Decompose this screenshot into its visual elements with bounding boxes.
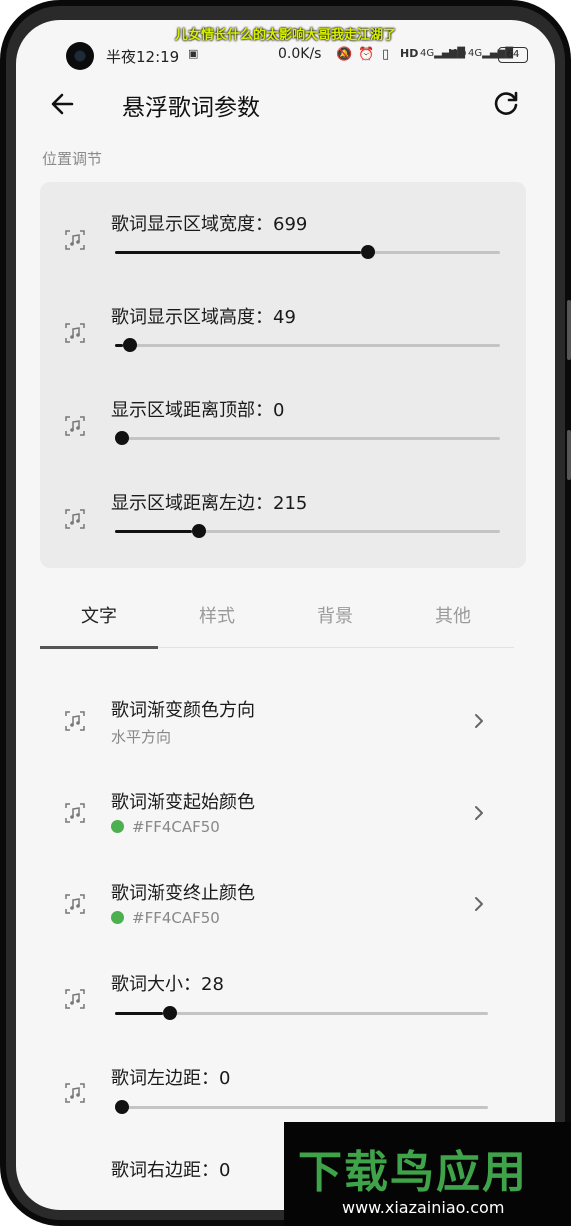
slider-label: 歌词右边距：0 bbox=[111, 1160, 231, 1181]
slider-fill bbox=[115, 251, 362, 254]
status-time: 半夜12:19 bbox=[106, 48, 180, 66]
section-label-position: 位置调节 bbox=[42, 150, 103, 168]
lyric-size-slider[interactable] bbox=[115, 1006, 488, 1020]
vibrate-icon: ▯ bbox=[382, 47, 390, 62]
refresh-icon[interactable] bbox=[490, 88, 522, 120]
status-bar: 半夜12:19 ▣ 0.0K/s 🔕 ⏰ ▯ HD 4G▂▄▆█ HD 4G▂▄… bbox=[16, 42, 555, 72]
slider-thumb[interactable] bbox=[115, 431, 129, 445]
lyric-icon bbox=[65, 230, 85, 250]
lyric-icon bbox=[65, 989, 85, 1009]
slider-fill bbox=[115, 1012, 164, 1015]
slider-label: 歌词显示区域高度：49 bbox=[111, 307, 296, 328]
setting-label: 歌词渐变起始颜色 bbox=[111, 792, 255, 813]
watermark: 下载鸟应用 www.xiazainiao.com bbox=[284, 1122, 571, 1226]
lyric-icon bbox=[65, 894, 85, 914]
slider-label: 歌词显示区域宽度：699 bbox=[111, 214, 308, 235]
front-camera bbox=[66, 42, 94, 70]
tab-style[interactable]: 样式 bbox=[158, 602, 276, 628]
lyric-icon bbox=[65, 416, 85, 436]
top-offset-slider[interactable] bbox=[115, 431, 500, 445]
phone-frame: 半夜12:19 ▣ 0.0K/s 🔕 ⏰ ▯ HD 4G▂▄▆█ HD 4G▂▄… bbox=[0, 0, 571, 1226]
page-title: 悬浮歌词参数 bbox=[122, 95, 260, 121]
slider-thumb[interactable] bbox=[163, 1006, 178, 1020]
color-swatch bbox=[111, 820, 124, 833]
tab-background[interactable]: 背景 bbox=[276, 602, 394, 628]
app-bar: 悬浮歌词参数 bbox=[16, 82, 555, 126]
slider-fill bbox=[115, 530, 192, 533]
chevron-right-icon bbox=[475, 714, 483, 728]
color-swatch bbox=[111, 911, 124, 924]
slider-label: 显示区域距离顶部：0 bbox=[111, 400, 285, 421]
screenshot-icon: ▣ bbox=[188, 47, 199, 60]
setting-label: 歌词渐变颜色方向 bbox=[111, 700, 255, 721]
tab-text[interactable]: 文字 bbox=[40, 602, 158, 628]
setting-value: #FF4CAF50 bbox=[111, 818, 220, 836]
setting-gradient-direction[interactable]: 歌词渐变颜色方向 水平方向 bbox=[16, 684, 555, 754]
slider-label: 歌词左边距：0 bbox=[111, 1068, 231, 1089]
setting-label: 歌词渐变终止颜色 bbox=[111, 883, 255, 904]
lyric-icon bbox=[65, 1083, 85, 1103]
watermark-url: www.xiazainiao.com bbox=[342, 1198, 505, 1217]
left-offset-slider[interactable] bbox=[115, 524, 500, 538]
watermark-logo: 下载鸟应用 bbox=[298, 1147, 528, 1198]
lyric-icon bbox=[65, 323, 85, 343]
tab-bar: 文字 样式 背景 其他 bbox=[40, 590, 514, 649]
left-margin-slider[interactable] bbox=[115, 1100, 488, 1114]
chevron-right-icon bbox=[475, 897, 483, 911]
setting-value: #FF4CAF50 bbox=[111, 909, 220, 927]
slider-thumb[interactable] bbox=[115, 1100, 129, 1114]
lyric-icon bbox=[65, 711, 85, 731]
slider-label: 显示区域距离左边：215 bbox=[111, 493, 308, 514]
height-slider[interactable] bbox=[115, 338, 500, 352]
chevron-right-icon bbox=[475, 806, 483, 820]
hd-icon-2: HD bbox=[448, 47, 467, 60]
slider-fill bbox=[115, 344, 123, 347]
hd-icon: HD bbox=[400, 47, 419, 60]
battery-icon: 64 bbox=[498, 47, 528, 63]
slider-thumb[interactable] bbox=[122, 338, 137, 352]
lyric-icon bbox=[65, 509, 85, 529]
lyric-icon bbox=[65, 803, 85, 823]
screen: 半夜12:19 ▣ 0.0K/s 🔕 ⏰ ▯ HD 4G▂▄▆█ HD 4G▂▄… bbox=[16, 20, 555, 1210]
mute-icon: 🔕 bbox=[336, 47, 353, 62]
floating-lyric: 儿女情长什么的太影响大哥我走江湖了 bbox=[174, 28, 396, 43]
width-slider[interactable] bbox=[115, 245, 500, 259]
tab-other[interactable]: 其他 bbox=[394, 602, 512, 628]
slider-label: 歌词大小：28 bbox=[111, 974, 224, 995]
setting-value: 水平方向 bbox=[111, 728, 172, 746]
alarm-icon: ⏰ bbox=[358, 47, 375, 62]
volume-button bbox=[567, 300, 571, 360]
tab-indicator bbox=[40, 646, 158, 649]
back-arrow-icon[interactable] bbox=[46, 88, 78, 120]
setting-gradient-start[interactable]: 歌词渐变起始颜色 #FF4CAF50 bbox=[16, 776, 555, 846]
net-speed: 0.0K/s bbox=[278, 46, 322, 62]
slider-thumb[interactable] bbox=[192, 524, 206, 538]
setting-gradient-end[interactable]: 歌词渐变终止颜色 #FF4CAF50 bbox=[16, 867, 555, 937]
power-button bbox=[567, 430, 571, 480]
